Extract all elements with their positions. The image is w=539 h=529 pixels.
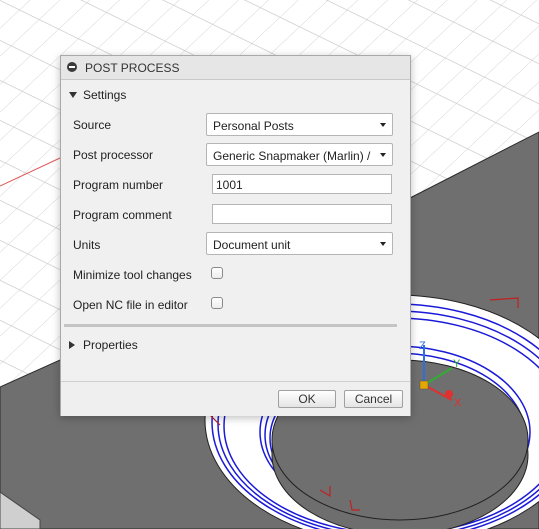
collapsed-triangle-icon xyxy=(69,341,75,349)
program-number-input[interactable]: 1001 xyxy=(212,174,392,194)
source-select[interactable]: Personal Posts xyxy=(206,113,393,136)
source-value: Personal Posts xyxy=(213,119,294,133)
dialog-footer: OK Cancel xyxy=(61,381,410,416)
program-comment-input[interactable] xyxy=(212,204,392,224)
units-label: Units xyxy=(73,238,101,252)
source-label: Source xyxy=(73,118,112,132)
dialog-title-bar[interactable]: POST PROCESS xyxy=(61,56,410,80)
post-processor-select[interactable]: Generic Snapmaker (Marlin) / ... xyxy=(206,143,393,166)
program-comment-label: Program comment xyxy=(73,208,172,222)
minimize-tool-changes-checkbox[interactable] xyxy=(211,267,223,279)
program-number-label: Program number xyxy=(73,178,164,192)
open-nc-file-label: Open NC file in editor xyxy=(73,298,188,312)
properties-section-label: Properties xyxy=(83,338,138,352)
post-processor-label: Post processor xyxy=(73,148,154,162)
post-process-dialog: POST PROCESS Settings Source Personal Po… xyxy=(60,55,411,416)
ok-button[interactable]: OK xyxy=(278,390,336,408)
units-value: Document unit xyxy=(213,238,291,252)
properties-section-header[interactable]: Properties xyxy=(69,338,138,354)
minimize-tool-changes-label: Minimize tool changes xyxy=(73,268,192,282)
settings-section-header[interactable]: Settings xyxy=(69,88,126,104)
axis-x-label: X xyxy=(454,397,462,409)
section-divider xyxy=(64,324,397,327)
expand-triangle-icon xyxy=(69,92,77,98)
units-select[interactable]: Document unit xyxy=(206,232,393,255)
axis-y-label: Y xyxy=(453,358,461,370)
collapse-icon[interactable] xyxy=(67,62,77,72)
dialog-title: POST PROCESS xyxy=(85,61,180,75)
cancel-button[interactable]: Cancel xyxy=(344,390,403,408)
post-processor-value: Generic Snapmaker (Marlin) / ... xyxy=(213,149,373,163)
chevron-down-icon xyxy=(380,153,386,157)
open-nc-file-checkbox[interactable] xyxy=(211,297,223,309)
axis-z-label: Z xyxy=(419,340,426,352)
settings-section-label: Settings xyxy=(83,88,127,102)
chevron-down-icon xyxy=(380,242,386,246)
chevron-down-icon xyxy=(380,123,386,127)
